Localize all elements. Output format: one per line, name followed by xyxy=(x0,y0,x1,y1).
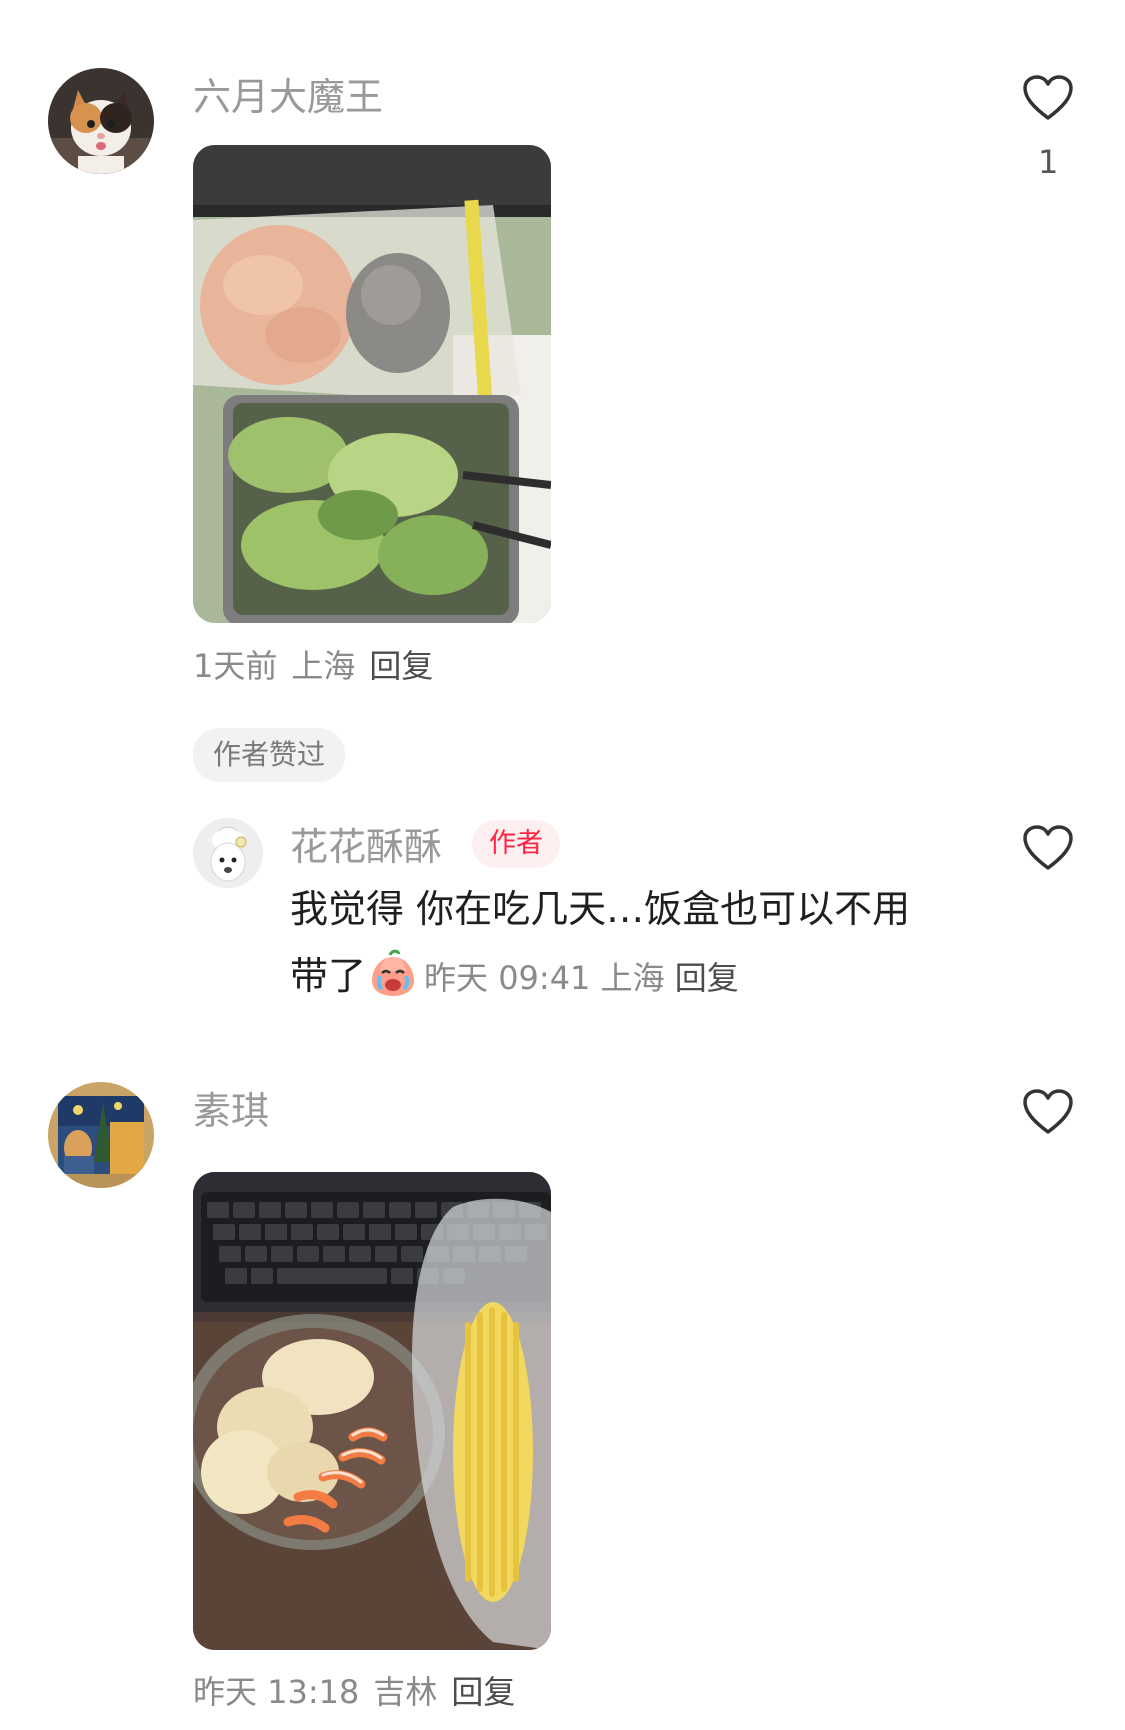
comment-location: 吉林 xyxy=(373,1673,438,1711)
like-button[interactable] xyxy=(1020,1084,1076,1140)
author-badge: 作者 xyxy=(472,820,560,868)
reply-time: 昨天 09:41 xyxy=(424,959,591,997)
reply-like-button[interactable] xyxy=(1020,820,1076,876)
reply-text: 我觉得 你在吃几天…饭盒也可以不用 带了 昨天 09:41 上海 回复 xyxy=(290,876,1010,1012)
reply-text-line1: 我觉得 你在吃几天…饭盒也可以不用 xyxy=(290,887,911,931)
comment-username[interactable]: 六月大魔王 xyxy=(193,78,383,116)
heart-icon xyxy=(1023,1089,1073,1134)
comment-time: 1天前 xyxy=(193,647,278,685)
comment-username[interactable]: 素琪 xyxy=(193,1092,269,1130)
poodle-avatar[interactable] xyxy=(193,818,263,888)
comment-meta: 昨天 13:18 吉林 回复 xyxy=(193,1676,515,1708)
reply-button[interactable]: 回复 xyxy=(369,647,433,685)
lunch-box-photo[interactable] xyxy=(193,145,551,623)
reply-text-line2: 带了 xyxy=(290,954,367,998)
reply-button[interactable]: 回复 xyxy=(675,959,739,997)
reply-username[interactable]: 花花酥酥 xyxy=(290,828,442,866)
comment-location: 上海 xyxy=(291,647,356,685)
dumplings-corn-photo[interactable] xyxy=(193,1172,551,1650)
like-count: 1 xyxy=(1038,143,1059,181)
like-button[interactable] xyxy=(1020,70,1076,126)
reply-location: 上海 xyxy=(600,959,665,997)
crying-emoji-icon xyxy=(372,949,415,996)
painting-avatar[interactable] xyxy=(48,1082,154,1188)
heart-icon xyxy=(1023,825,1073,870)
comment-time: 昨天 13:18 xyxy=(193,1673,360,1711)
cat-avatar[interactable] xyxy=(48,68,154,174)
author-liked-tag: 作者赞过 xyxy=(193,728,346,782)
reply-button[interactable]: 回复 xyxy=(451,1673,515,1711)
comment-meta: 1天前 上海 回复 xyxy=(193,650,433,682)
heart-icon xyxy=(1023,75,1073,120)
